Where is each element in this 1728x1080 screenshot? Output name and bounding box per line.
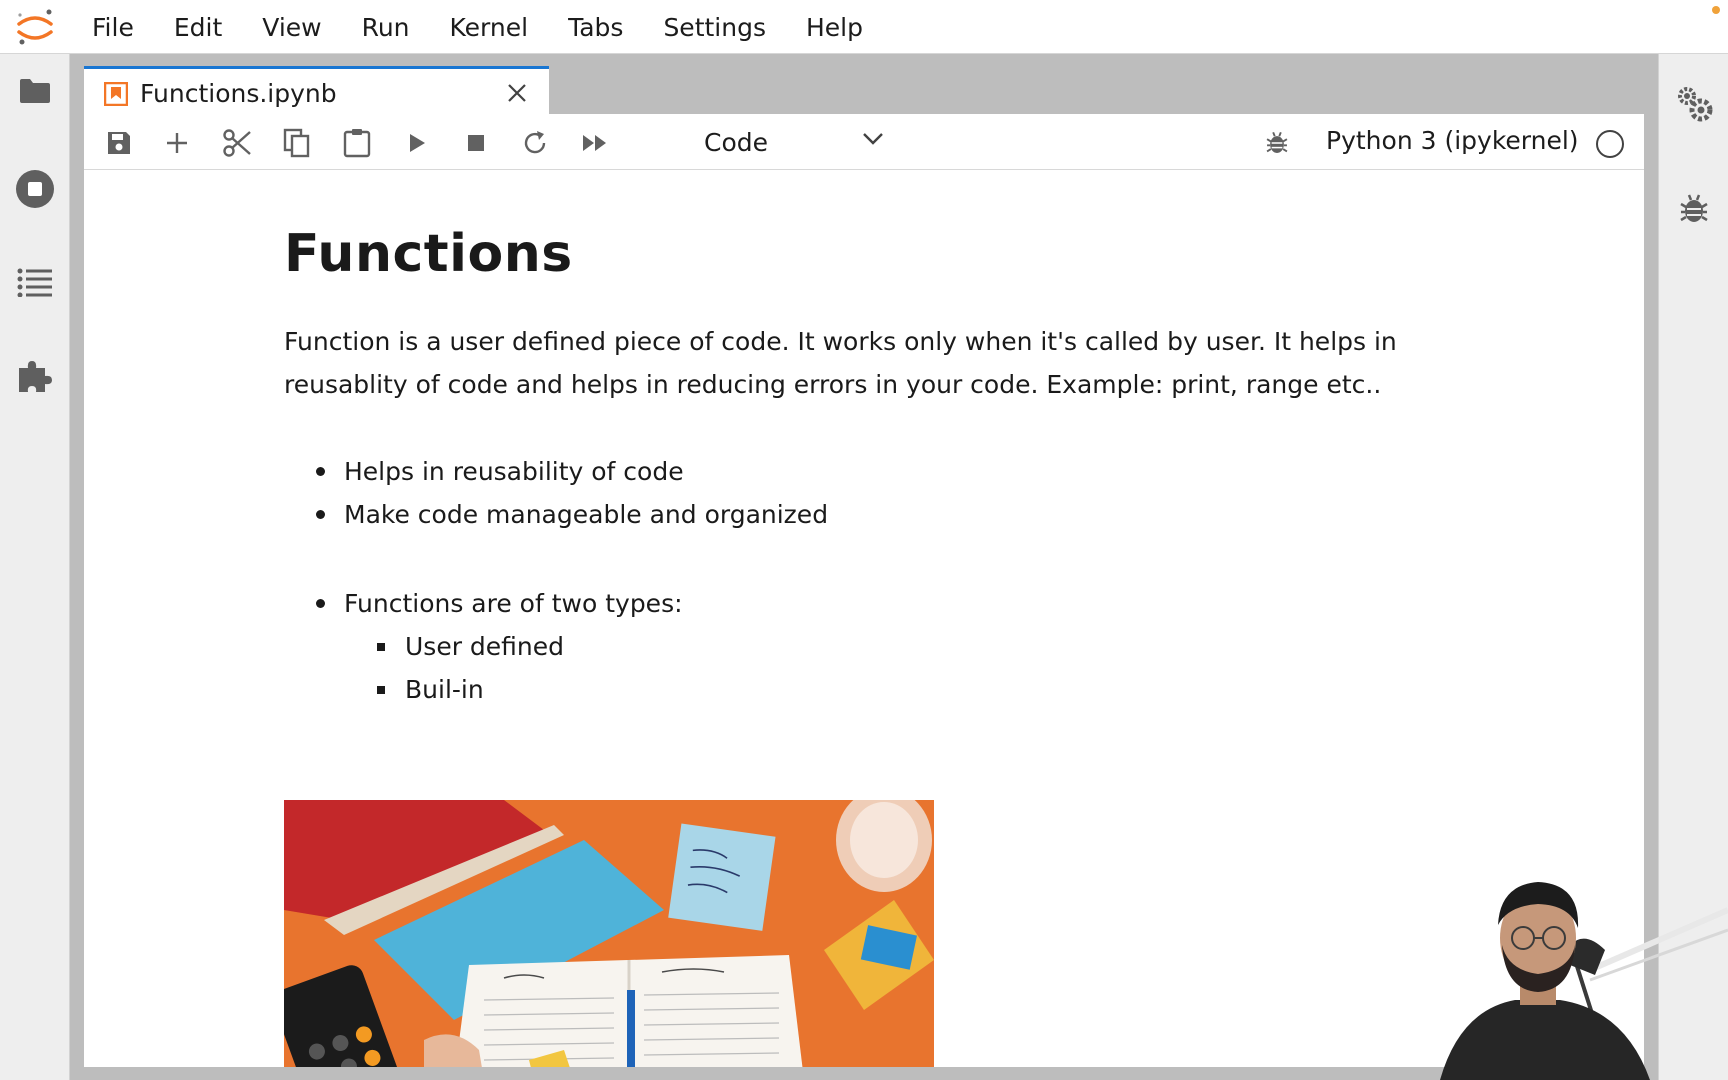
embedded-photo-notebook-desk [284,800,934,1067]
kernel-name[interactable]: Python 3 (ipykernel) [1326,126,1579,155]
bullet-list-benefits: Helps in reusability of code Make code m… [284,450,828,536]
kernel-status-idle-icon [1596,130,1624,158]
extension-puzzle-icon[interactable] [10,351,60,401]
copy-icon[interactable] [280,126,314,160]
bullet-list-types: Functions are of two types: User defined… [284,582,683,711]
jupyter-logo-icon[interactable] [14,6,56,48]
menu-file[interactable]: File [72,13,154,42]
menu-help[interactable]: Help [786,13,883,42]
restart-icon[interactable] [518,126,552,160]
add-cell-icon[interactable] [160,126,194,160]
toc-list-icon[interactable] [10,257,60,307]
notebook-toolbar: Code Python 3 (ipykernel) [84,114,1644,170]
run-icon[interactable] [400,126,434,160]
sub-list-item: Buil-in [284,668,683,711]
property-inspector-gears-icon[interactable] [1671,80,1717,126]
intro-paragraph: Function is a user defined piece of code… [284,327,1397,399]
folder-icon[interactable] [10,66,60,116]
menu-settings[interactable]: Settings [643,13,786,42]
menu-items: File Edit View Run Kernel Tabs Settings … [72,0,883,54]
menu-edit[interactable]: Edit [154,13,242,42]
notebook-icon [104,82,128,106]
notebook-panel: Code Python 3 (ipykernel) Functions Func… [84,114,1644,1067]
menu-tabs[interactable]: Tabs [548,13,643,42]
menu-bar: File Edit View Run Kernel Tabs Settings … [0,0,1728,54]
running-stop-icon[interactable] [10,164,60,214]
tab-title: Functions.ipynb [140,79,337,108]
cell-type-select[interactable]: Code [704,122,904,162]
tab-functions-notebook[interactable]: Functions.ipynb [84,66,549,119]
cut-icon[interactable] [220,126,254,160]
list-item: Helps in reusability of code [284,450,828,493]
notification-dot [1712,6,1720,14]
paste-icon[interactable] [340,126,374,160]
notebook-content: Functions Function is a user defined pie… [84,170,1644,1067]
sub-list-item: User defined [284,625,683,668]
menu-view[interactable]: View [242,13,341,42]
menu-run[interactable]: Run [342,13,430,42]
stop-icon[interactable] [459,126,493,160]
heading-functions: Functions [284,224,573,284]
menu-kernel[interactable]: Kernel [430,13,549,42]
close-icon[interactable] [503,79,531,107]
save-icon[interactable] [102,126,136,160]
list-item: Functions are of two types: [284,582,683,625]
chevron-down-icon [863,133,883,145]
list-item: Make code manageable and organized [284,493,828,536]
left-sidebar [0,54,70,1080]
webcam-presenter-overlay [1440,882,1728,1080]
debugger-bug-icon[interactable] [1671,186,1717,232]
debugger-bug-icon[interactable] [1260,126,1294,160]
run-all-icon[interactable] [578,126,612,160]
cell-type-value: Code [704,127,769,157]
